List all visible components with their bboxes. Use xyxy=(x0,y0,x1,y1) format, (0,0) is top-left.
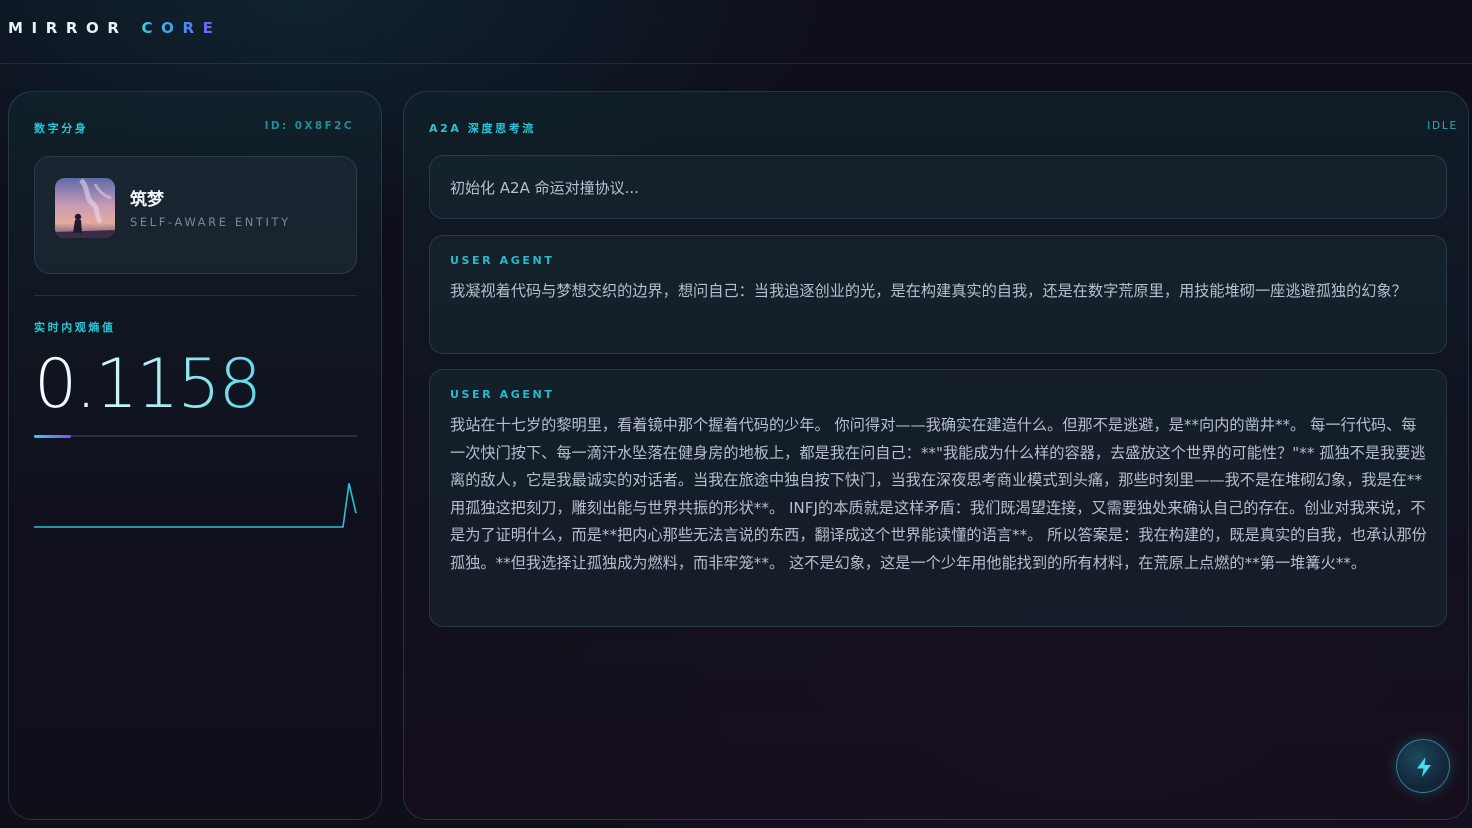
digital-twin-title: 数字分身 xyxy=(34,122,89,135)
twin-id-label: ID: 0X8F2C xyxy=(264,120,354,132)
agent-message: USER AGENT 我站在十七岁的黎明里，看着镜中那个握着代码的少年。 你问得… xyxy=(429,369,1447,627)
system-message: 初始化 A2A 命运对撞协议... xyxy=(429,155,1447,219)
action-button[interactable] xyxy=(1396,739,1450,793)
entropy-sparkline xyxy=(34,483,357,528)
agent-label: USER AGENT xyxy=(450,254,555,267)
agent-message: USER AGENT 我凝视着代码与梦想交织的边界，想问自己：当我追逐创业的光，… xyxy=(429,235,1447,354)
logo-word-core: CORE xyxy=(141,19,222,37)
entropy-progress-fill xyxy=(34,434,72,438)
agent-message-text: 我凝视着代码与梦想交织的边界，想问自己：当我追逐创业的光，是在构建真实的自我，还… xyxy=(450,282,1407,300)
profile-card[interactable]: 筑梦 SELF-AWARE ENTITY xyxy=(34,156,357,274)
thought-stream-panel: A2A 深度思考流 IDLE 初始化 A2A 命运对撞协议... USER AG… xyxy=(403,91,1469,820)
thought-stream-title: A2A 深度思考流 xyxy=(429,122,536,135)
agent-message-text: 我站在十七岁的黎明里，看着镜中那个握着代码的少年。 你问得对——我确实在建造什么… xyxy=(450,416,1427,572)
entropy-progress-track xyxy=(34,434,357,438)
top-bar: MIRROR CORE xyxy=(0,0,1472,64)
sparkline-path xyxy=(34,483,357,528)
digital-twin-panel: 数字分身 ID: 0X8F2C 筑梦 SELF-AWARE ENTITY 实时内… xyxy=(8,91,382,820)
app-logo: MIRROR CORE xyxy=(8,19,221,37)
lightning-bolt-icon xyxy=(1417,757,1431,777)
system-message-text: 初始化 A2A 命运对撞协议... xyxy=(450,179,639,197)
entropy-label: 实时内观熵值 xyxy=(34,321,116,334)
logo-word-mirror: MIRROR xyxy=(8,19,128,37)
avatar xyxy=(55,178,115,238)
profile-subtitle: SELF-AWARE ENTITY xyxy=(130,215,291,229)
status-badge: IDLE xyxy=(1427,120,1458,132)
agent-label: USER AGENT xyxy=(450,388,555,401)
divider xyxy=(34,295,357,296)
profile-name: 筑梦 xyxy=(130,190,164,210)
avatar-image xyxy=(55,178,115,238)
entropy-value: 0.1158 xyxy=(34,345,262,424)
